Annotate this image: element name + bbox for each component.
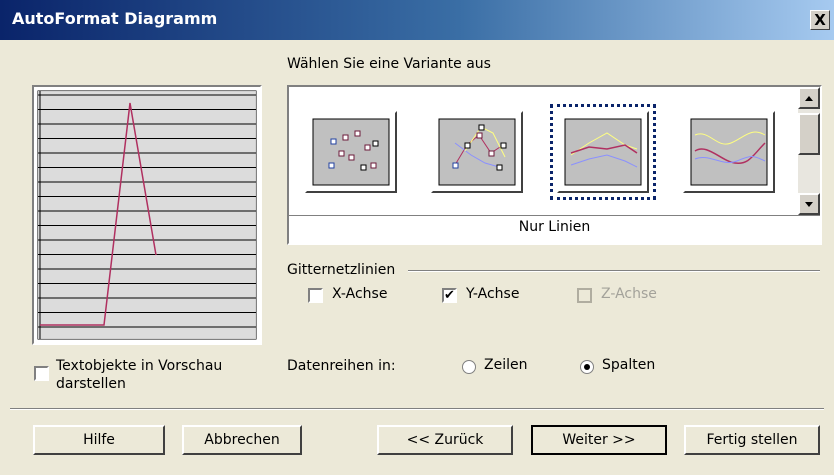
variant-points-and-lines[interactable]: [431, 111, 523, 193]
y-axis-checkbox[interactable]: ✔: [442, 288, 457, 303]
points-and-lines-icon: [438, 118, 516, 186]
triangle-down-icon: [805, 202, 813, 207]
variant-gallery[interactable]: Nur Linien: [287, 85, 822, 245]
lines-only-icon: [564, 118, 642, 186]
back-button[interactable]: << Zurück: [377, 425, 513, 455]
scroll-down-button[interactable]: [798, 193, 820, 215]
z-axis-checkbox: [577, 288, 592, 303]
rows-radio[interactable]: [462, 360, 476, 374]
triangle-up-icon: [805, 96, 813, 101]
dialog-title: AutoFormat Diagramm: [12, 9, 218, 28]
help-button[interactable]: Hilfe: [33, 425, 165, 455]
smooth-lines-icon: [690, 118, 768, 186]
z-axis-label: Z-Achse: [601, 286, 657, 302]
y-axis-label[interactable]: Y-Achse: [466, 286, 519, 302]
footer-separator: [10, 408, 824, 410]
checkmark-icon: ✔: [444, 288, 455, 303]
variant-smooth-lines[interactable]: [683, 111, 775, 193]
x-axis-checkbox[interactable]: [308, 288, 323, 303]
close-icon: X: [814, 11, 826, 29]
cancel-button[interactable]: Abbrechen: [182, 425, 302, 455]
text-objects-label-line1[interactable]: Textobjekte in Vorschau: [56, 358, 222, 374]
finish-button[interactable]: Fertig stellen: [684, 425, 820, 455]
title-bar: AutoFormat Diagramm: [0, 0, 834, 40]
gallery-separator: [289, 215, 820, 216]
autoformat-dialog: AutoFormat Diagramm X Wählen Sie eine Va…: [0, 0, 834, 475]
columns-label[interactable]: Spalten: [602, 357, 655, 373]
next-button[interactable]: Weiter >>: [531, 425, 667, 455]
points-only-icon: [312, 118, 390, 186]
variant-lines-only[interactable]: [550, 104, 656, 200]
gridlines-group-line: [408, 270, 820, 272]
variant-prompt: Wählen Sie eine Variante aus: [287, 56, 491, 72]
variant-points-only[interactable]: [305, 111, 397, 193]
text-objects-label-line2[interactable]: darstellen: [56, 376, 126, 392]
text-objects-checkbox[interactable]: [34, 366, 49, 381]
selected-variant-label: Nur Linien: [518, 219, 591, 235]
gallery-scrollbar[interactable]: [798, 87, 820, 215]
gridlines-group-label: Gitternetzlinien: [287, 262, 396, 278]
columns-radio[interactable]: [580, 360, 594, 374]
chart-preview: [32, 85, 262, 345]
scroll-thumb[interactable]: [798, 113, 820, 155]
x-axis-label[interactable]: X-Achse: [332, 286, 387, 302]
data-series-label: Datenreihen in:: [287, 358, 396, 374]
scroll-up-button[interactable]: [798, 87, 820, 109]
rows-label[interactable]: Zeilen: [484, 357, 527, 373]
preview-chart-svg: [37, 90, 257, 340]
close-button[interactable]: X: [810, 10, 830, 30]
